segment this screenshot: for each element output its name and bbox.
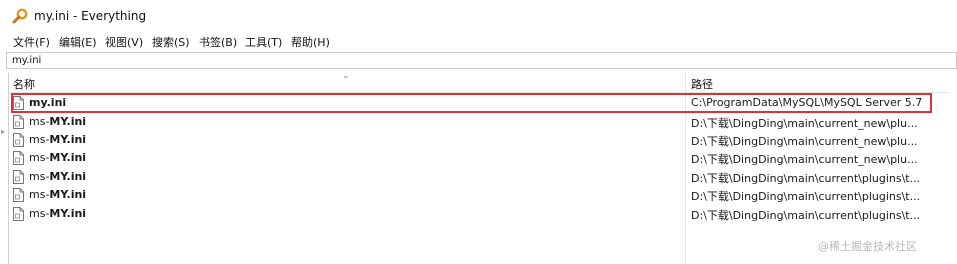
menu-bar: 文件(F) 编辑(E) 视图(V) 搜索(S) 书签(B) 工具(T) 帮助(H…: [0, 31, 957, 51]
menu-search[interactable]: 搜索(S): [152, 34, 190, 50]
menu-file[interactable]: 文件(F): [13, 34, 50, 50]
table-row[interactable]: ms-MY.ini D:\下载\DingDing\main\current\pl…: [9, 205, 949, 223]
file-name: ms-MY.ini: [29, 170, 87, 183]
file-icon: [13, 151, 24, 165]
table-row[interactable]: ms-MY.ini D:\下载\DingDing\main\current_ne…: [9, 131, 949, 149]
table-row[interactable]: ms-MY.ini D:\下载\DingDing\main\current\pl…: [9, 186, 949, 204]
file-name: ms-MY.ini: [29, 188, 87, 201]
file-path: C:\ProgramData\MySQL\MySQL Server 5.7: [691, 96, 923, 109]
menu-bookmarks[interactable]: 书签(B): [199, 34, 237, 50]
watermark: @稀土掘金技术社区: [818, 240, 917, 253]
file-path: D:\下载\DingDing\main\current_new\plu...: [691, 135, 918, 148]
file-name: ms-MY.ini: [29, 207, 87, 220]
column-header-name[interactable]: 名称: [13, 76, 35, 92]
search-input[interactable]: my.ini: [6, 52, 957, 69]
magnifier-icon: [12, 8, 28, 24]
file-icon: [13, 170, 24, 184]
file-path: D:\下载\DingDing\main\current_new\plu...: [691, 153, 918, 166]
title-bar: my.ini - Everything: [0, 0, 957, 31]
results-list[interactable]: 名称 ⌄ 路径 my.ini C:\ProgramData\MySQL\MySQ…: [8, 71, 957, 264]
file-icon: [13, 96, 24, 110]
menu-view[interactable]: 视图(V): [105, 34, 143, 50]
menu-help[interactable]: 帮助(H): [291, 34, 330, 50]
table-row[interactable]: ms-MY.ini D:\下载\DingDing\main\current_ne…: [9, 113, 949, 131]
file-path: D:\下载\DingDing\main\current_new\plu...: [691, 117, 918, 130]
file-path: D:\下载\DingDing\main\current\plugins\t...: [691, 190, 921, 203]
file-name: my.ini: [29, 96, 67, 109]
window-title: my.ini - Everything: [34, 9, 147, 23]
file-name: ms-MY.ini: [29, 151, 87, 164]
search-value: my.ini: [12, 55, 42, 66]
file-path: D:\下载\DingDing\main\current\plugins\t...: [691, 209, 921, 222]
menu-edit[interactable]: 编辑(E): [59, 34, 97, 50]
file-name: ms-MY.ini: [29, 115, 87, 128]
table-row[interactable]: my.ini C:\ProgramData\MySQL\MySQL Server…: [9, 94, 949, 112]
menu-tools[interactable]: 工具(T): [245, 34, 282, 50]
file-icon: [13, 133, 24, 147]
column-header-path[interactable]: 路径: [691, 76, 713, 92]
file-icon: [13, 207, 24, 221]
file-path: D:\下载\DingDing\main\current\plugins\t...: [691, 172, 921, 185]
file-icon: [13, 188, 24, 202]
table-row[interactable]: ms-MY.ini D:\下载\DingDing\main\current_ne…: [9, 149, 949, 167]
file-icon: [13, 115, 24, 129]
sort-caret-icon: ⌄: [342, 71, 350, 81]
file-name: ms-MY.ini: [29, 133, 87, 146]
list-header: 名称 ⌄ 路径: [9, 71, 949, 93]
expand-arrow-icon: ▸: [1, 127, 6, 136]
table-row[interactable]: ms-MY.ini D:\下载\DingDing\main\current\pl…: [9, 168, 949, 186]
